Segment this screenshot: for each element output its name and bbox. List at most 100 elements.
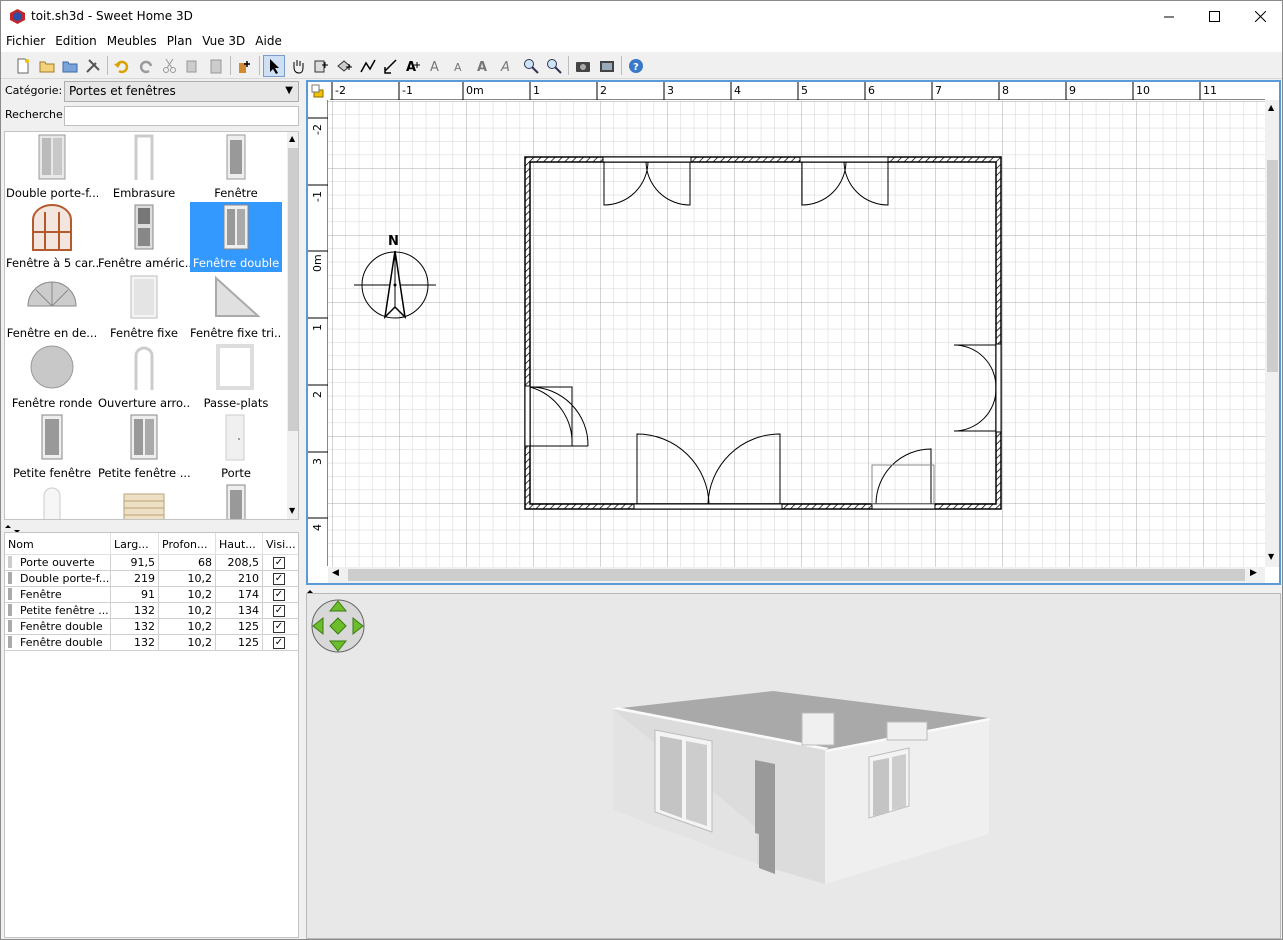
create-walls-icon[interactable] xyxy=(310,55,332,77)
maximize-icon[interactable] xyxy=(1191,1,1237,32)
italic-text-icon[interactable]: A xyxy=(496,55,518,77)
visible-checkbox[interactable]: ✓ xyxy=(273,621,285,633)
scroll-thumb[interactable] xyxy=(1267,160,1278,372)
double-window-icon xyxy=(223,204,249,250)
copy-icon[interactable] xyxy=(182,55,204,77)
catalog-item[interactable]: Fenêtre ronde xyxy=(6,342,98,412)
plan-view[interactable]: -2 -1 0m 1 2 3 4 5 6 7 8 9 10 11 -2 -1 0… xyxy=(306,80,1281,585)
catalog-item[interactable]: Fenêtre fixe tri... xyxy=(190,272,282,342)
zoom-out-icon[interactable] xyxy=(543,55,565,77)
undo-icon[interactable] xyxy=(111,55,133,77)
catalog-item[interactable]: Fenêtre fixe xyxy=(98,272,190,342)
splitter-handle[interactable] xyxy=(4,522,299,533)
column-header-visible[interactable]: Visi... xyxy=(263,533,298,555)
table-row[interactable]: Petite fenêtre ... 132 10,2 134 ✓ xyxy=(5,603,298,619)
scroll-thumb[interactable] xyxy=(348,569,1245,581)
plan-horizontal-scrollbar[interactable]: ◀ ▶ xyxy=(328,567,1265,583)
plan-canvas[interactable] xyxy=(328,101,1265,567)
visible-checkbox[interactable]: ✓ xyxy=(273,573,285,585)
catalog-item[interactable]: Ouverture arro... xyxy=(98,342,190,412)
catalog-item-selected[interactable]: Fenêtre double xyxy=(190,202,282,272)
catalog-item[interactable]: Petite fenêtre xyxy=(6,412,98,482)
navigation-arrows-icon[interactable] xyxy=(311,599,365,653)
furniture-catalog: Double porte-f... Embrasure Fenêtre Fenê… xyxy=(4,131,299,520)
decrease-text-icon[interactable]: A xyxy=(449,55,471,77)
splitter-handle[interactable] xyxy=(306,586,1281,597)
3d-view[interactable] xyxy=(306,593,1281,939)
preferences-icon[interactable] xyxy=(82,55,104,77)
scroll-left-icon[interactable]: ◀ xyxy=(332,568,339,578)
minimize-icon[interactable] xyxy=(1146,1,1192,32)
search-input[interactable] xyxy=(64,106,299,126)
create-photo-icon[interactable] xyxy=(572,55,594,77)
plan-vertical-scrollbar[interactable]: ▲ ▼ xyxy=(1265,100,1279,567)
catalog-item[interactable]: Petite fenêtre ... xyxy=(98,412,190,482)
redo-icon[interactable] xyxy=(135,55,157,77)
table-row[interactable]: Fenêtre 91 10,2 174 ✓ xyxy=(5,587,298,603)
scroll-up-icon[interactable]: ▲ xyxy=(1268,103,1274,112)
catalog-item[interactable]: Porte xyxy=(190,412,282,482)
catalog-item[interactable]: Embrasure xyxy=(98,132,190,202)
table-row[interactable]: Fenêtre double 132 10,2 125 ✓ xyxy=(5,635,298,651)
scroll-up-icon[interactable]: ▲ xyxy=(289,134,295,143)
catalog-item-label: Porte xyxy=(221,466,251,480)
new-home-icon[interactable] xyxy=(12,55,34,77)
zoom-in-icon[interactable] xyxy=(520,55,542,77)
save-icon[interactable] xyxy=(59,55,81,77)
create-dimensions-icon[interactable] xyxy=(380,55,402,77)
table-row[interactable]: Double porte-f... 219 10,2 210 ✓ xyxy=(5,571,298,587)
scroll-down-icon[interactable]: ▼ xyxy=(1268,552,1274,561)
help-icon[interactable]: ? xyxy=(625,55,647,77)
close-icon[interactable] xyxy=(1237,1,1283,32)
create-video-icon[interactable] xyxy=(596,55,618,77)
row-height: 125 xyxy=(216,635,263,651)
row-height: 208,5 xyxy=(216,555,263,571)
catalog-item[interactable]: Passe-plats xyxy=(190,342,282,412)
column-header-width[interactable]: Larg... xyxy=(111,533,159,555)
add-furniture-icon[interactable] xyxy=(234,55,256,77)
ruler-label: 9 xyxy=(1069,84,1076,97)
column-header-name[interactable]: Nom xyxy=(5,533,111,555)
catalog-item[interactable]: Fenêtre xyxy=(190,132,282,202)
select-mode-icon[interactable] xyxy=(263,55,285,77)
round-window-icon xyxy=(30,345,74,389)
create-polylines-icon[interactable] xyxy=(357,55,379,77)
category-select[interactable]: Portes et fenêtres ▼ xyxy=(64,81,299,102)
catalog-item[interactable] xyxy=(6,482,98,519)
visible-checkbox[interactable]: ✓ xyxy=(273,589,285,601)
pan-mode-icon[interactable] xyxy=(287,55,309,77)
cut-icon[interactable] xyxy=(159,55,181,77)
ruler-label: 0m xyxy=(466,84,484,97)
menu-fichier[interactable]: Fichier xyxy=(1,32,50,52)
visible-checkbox[interactable]: ✓ xyxy=(273,557,285,569)
catalog-item[interactable]: Fenêtre en de... xyxy=(6,272,98,342)
catalog-item[interactable]: Fenêtre à 5 car... xyxy=(6,202,98,272)
open-icon[interactable] xyxy=(36,55,58,77)
scroll-right-icon[interactable]: ▶ xyxy=(1250,568,1257,578)
paste-icon[interactable] xyxy=(205,55,227,77)
catalog-item-label: Fenêtre en de... xyxy=(6,326,98,340)
menu-meubles[interactable]: Meubles xyxy=(102,32,162,52)
scroll-thumb[interactable] xyxy=(288,148,298,431)
catalog-item[interactable] xyxy=(98,482,190,519)
column-header-height[interactable]: Haut... xyxy=(216,533,263,555)
table-row[interactable]: Fenêtre double 132 10,2 125 ✓ xyxy=(5,619,298,635)
table-row[interactable]: Porte ouverte 91,5 68 208,5 ✓ xyxy=(5,555,298,571)
menu-aide[interactable]: Aide xyxy=(250,32,287,52)
menu-vue-3d[interactable]: Vue 3D xyxy=(197,32,250,52)
create-labels-icon[interactable]: A xyxy=(402,55,424,77)
menu-edition[interactable]: Edition xyxy=(50,32,102,52)
bold-text-icon[interactable]: A xyxy=(473,55,495,77)
increase-text-icon[interactable]: A xyxy=(426,55,448,77)
row-width: 132 xyxy=(111,635,159,651)
menu-plan[interactable]: Plan xyxy=(162,32,198,52)
catalog-item[interactable] xyxy=(190,482,282,519)
catalog-item[interactable]: Double porte-f... xyxy=(6,132,98,202)
scroll-down-icon[interactable]: ▼ xyxy=(289,506,295,515)
column-header-depth[interactable]: Profon... xyxy=(159,533,216,555)
visible-checkbox[interactable]: ✓ xyxy=(273,637,285,649)
catalog-item[interactable]: Fenêtre améric... xyxy=(98,202,190,272)
catalog-scrollbar[interactable]: ▲ ▼ xyxy=(287,132,298,519)
visible-checkbox[interactable]: ✓ xyxy=(273,605,285,617)
create-rooms-icon[interactable] xyxy=(334,55,356,77)
